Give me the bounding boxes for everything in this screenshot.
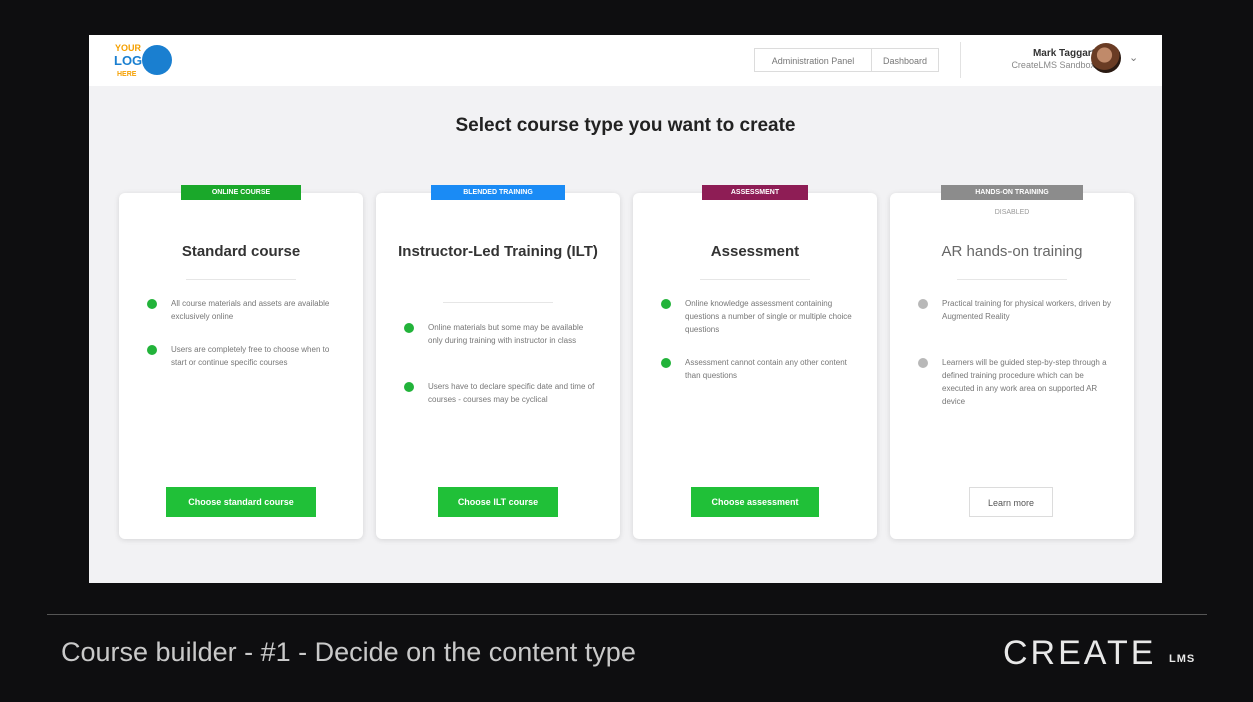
user-organization: CreateLMS Sandbox: [1011, 60, 1095, 70]
bullet-text: Practical training for physical workers,…: [942, 299, 1111, 321]
divider: [957, 279, 1067, 280]
card-title: AR hands-on training: [941, 243, 1083, 260]
check-icon: [661, 299, 671, 309]
badge-blended-training: BLENDED TRAINING: [431, 185, 565, 200]
check-icon: [404, 323, 414, 333]
divider: [960, 42, 961, 78]
svg-text:YOUR: YOUR: [115, 43, 142, 53]
card-assessment: Assessment Online knowledge assessment c…: [633, 193, 877, 539]
brand-logo-sub: LMS: [1169, 653, 1196, 665]
bullet-text: Learners will be guided step-by-step thr…: [942, 358, 1107, 406]
app-window: YOUR LOGO HERE Administration Panel Dash…: [89, 35, 1162, 583]
disabled-label: DISABLED: [994, 209, 1030, 216]
choose-assessment-button[interactable]: Choose assessment: [691, 487, 819, 517]
dashboard-button[interactable]: Dashboard: [871, 48, 939, 72]
chevron-down-icon[interactable]: ⌄: [1129, 51, 1138, 64]
card-title: Standard course: [181, 243, 301, 260]
bullet-icon: [918, 299, 928, 309]
bullet-text: All course materials and assets are avai…: [171, 299, 330, 321]
svg-text:HERE: HERE: [117, 71, 137, 78]
card-title: Instructor-Led Training (ILT): [398, 243, 598, 260]
badge-assessment: ASSESSMENT: [702, 185, 808, 200]
choose-ilt-course-button[interactable]: Choose ILT course: [438, 487, 558, 517]
card-title: Assessment: [710, 243, 800, 260]
divider: [443, 302, 553, 303]
bullet-text: Online knowledge assessment containing q…: [685, 299, 852, 334]
card-ilt-course: Instructor-Led Training (ILT) Online mat…: [376, 193, 620, 539]
video-caption: Course builder - #1 - Decide on the cont…: [61, 637, 636, 667]
check-icon: [147, 345, 157, 355]
svg-text:LOGO: LOGO: [114, 53, 152, 68]
badge-hands-on-training: HANDS-ON TRAINING: [941, 185, 1083, 200]
bullet-icon: [918, 358, 928, 368]
divider: [186, 279, 296, 280]
bullet-text: Online materials but some may be availab…: [428, 323, 584, 345]
card-standard-course: Standard course All course materials and…: [119, 193, 363, 539]
page-title: Select course type you want to create: [455, 115, 796, 136]
learn-more-button[interactable]: Learn more: [969, 487, 1053, 517]
divider: [700, 279, 810, 280]
choose-standard-course-button[interactable]: Choose standard course: [166, 487, 316, 517]
check-icon: [404, 382, 414, 392]
avatar[interactable]: [1091, 43, 1121, 73]
administration-panel-button[interactable]: Administration Panel: [754, 48, 872, 72]
company-logo: YOUR LOGO HERE: [114, 43, 172, 78]
check-icon: [661, 358, 671, 368]
check-icon: [147, 299, 157, 309]
bullet-text: Users are completely free to choose when…: [171, 345, 330, 367]
user-name[interactable]: Mark Taggart: [1033, 48, 1095, 59]
bullet-text: Assessment cannot contain any other cont…: [685, 358, 847, 380]
bullet-text: Users have to declare specific date and …: [428, 382, 595, 404]
top-bar: YOUR LOGO HERE Administration Panel Dash…: [89, 35, 1162, 86]
brand-logo: CREATE: [1003, 634, 1157, 672]
divider: [47, 614, 1207, 615]
card-ar-hands-on-training: DISABLED AR hands-on training Practical …: [890, 193, 1134, 539]
badge-online-course: ONLINE COURSE: [181, 185, 301, 200]
